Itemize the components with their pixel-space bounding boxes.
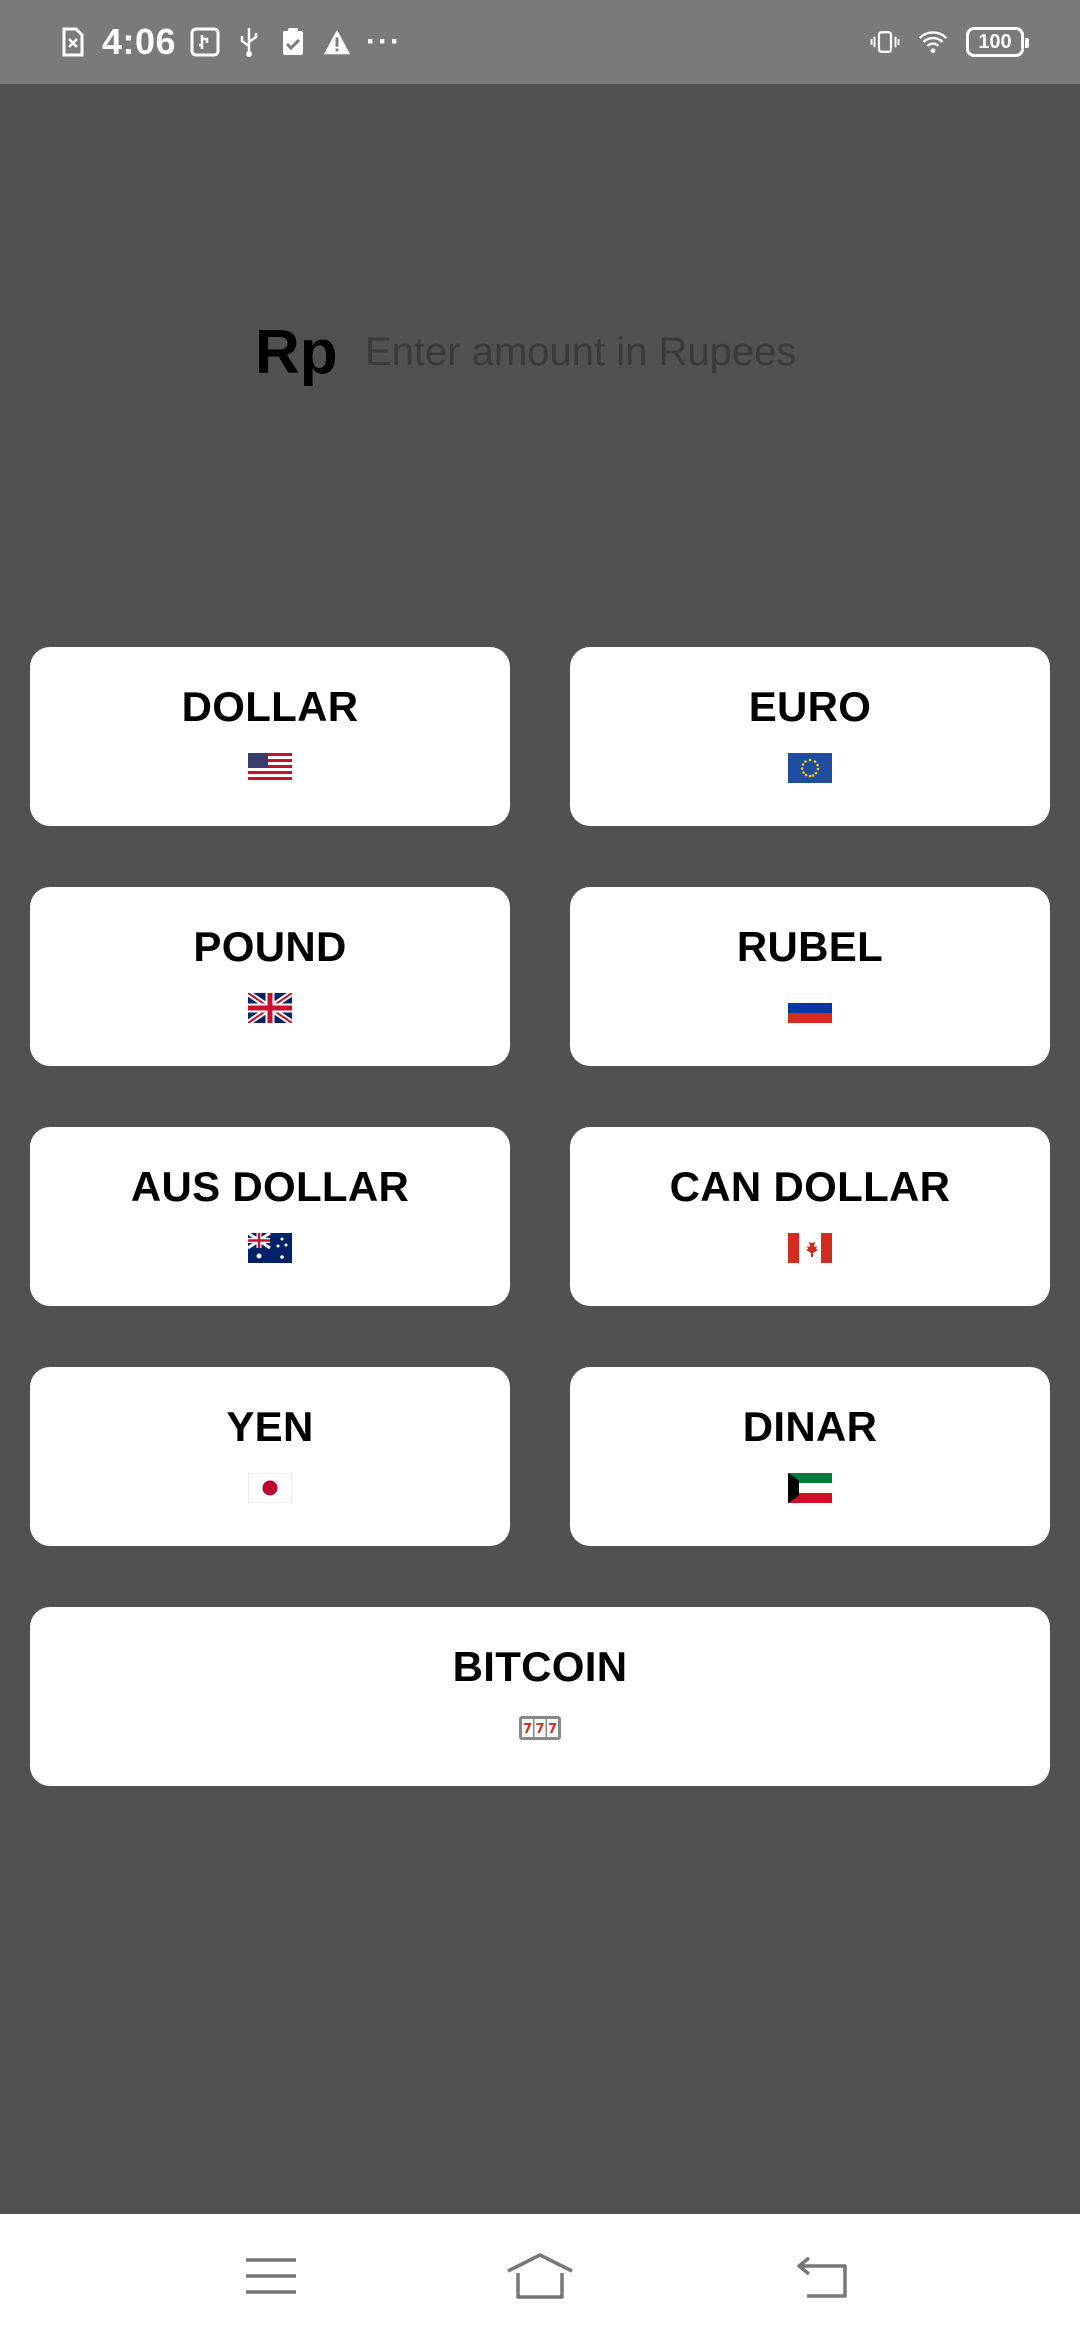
svg-text:7: 7 bbox=[535, 1722, 544, 1737]
svg-text:7: 7 bbox=[548, 1722, 557, 1737]
app-screen: 4:06 ··· 100 Rp Enter amount in Rupees D… bbox=[0, 0, 1080, 2340]
amount-input[interactable] bbox=[365, 317, 925, 387]
rupiah-symbol: Rp bbox=[255, 317, 338, 387]
home-icon[interactable] bbox=[500, 2246, 580, 2306]
clipboard-check-icon bbox=[278, 24, 308, 60]
eu-flag-icon bbox=[788, 753, 832, 783]
dollar-label: DOLLAR bbox=[181, 683, 359, 730]
rubel-button[interactable]: RUBEL bbox=[570, 887, 1050, 1066]
battery-icon: 100 bbox=[966, 27, 1029, 57]
dinar-label: DINAR bbox=[742, 1403, 878, 1450]
warning-icon bbox=[322, 24, 352, 60]
wifi-icon bbox=[918, 24, 948, 60]
japan-flag-icon bbox=[247, 1472, 293, 1504]
bitcoin-button[interactable]: BITCOIN 777 bbox=[30, 1607, 1050, 1786]
dinar-button[interactable]: DINAR bbox=[570, 1367, 1050, 1546]
euro-button[interactable]: EURO bbox=[570, 647, 1050, 826]
amount-input-row: Rp bbox=[255, 312, 925, 392]
usb-icon bbox=[234, 24, 264, 60]
aus-dollar-label: AUS DOLLAR bbox=[130, 1163, 410, 1210]
kuwait-flag-icon bbox=[788, 1473, 832, 1503]
status-right: 100 bbox=[870, 18, 1029, 66]
australia-flag-icon bbox=[247, 1231, 292, 1263]
usb-debug-icon bbox=[190, 24, 220, 60]
yen-label: YEN bbox=[226, 1403, 314, 1450]
dollar-button[interactable]: DOLLAR bbox=[30, 647, 510, 826]
aus-dollar-button[interactable]: AUS DOLLAR bbox=[30, 1127, 510, 1306]
vibrate-icon bbox=[870, 24, 900, 60]
navigation-bar bbox=[0, 2214, 1080, 2340]
us-flag-icon bbox=[248, 753, 292, 783]
euro-label: EURO bbox=[748, 683, 872, 730]
svg-text:7: 7 bbox=[523, 1722, 532, 1737]
uk-flag-icon bbox=[246, 990, 294, 1026]
pound-label: POUND bbox=[193, 923, 347, 970]
slot-machine-icon: 777 bbox=[518, 1713, 562, 1743]
back-icon[interactable] bbox=[783, 2246, 863, 2306]
can-dollar-label: CAN DOLLAR bbox=[669, 1163, 951, 1210]
battery-level: 100 bbox=[978, 30, 1012, 53]
status-left: 4:06 ··· bbox=[58, 16, 402, 68]
pound-button[interactable]: POUND bbox=[30, 887, 510, 1066]
yen-button[interactable]: YEN bbox=[30, 1367, 510, 1546]
more-notifications-indicator: ··· bbox=[366, 25, 403, 58]
status-bar: 4:06 ··· 100 bbox=[0, 0, 1080, 84]
can-dollar-button[interactable]: CAN DOLLAR bbox=[570, 1127, 1050, 1306]
bitcoin-label: BITCOIN bbox=[452, 1643, 628, 1690]
status-time: 4:06 bbox=[102, 21, 177, 62]
sim-error-icon bbox=[58, 24, 88, 60]
rubel-label: RUBEL bbox=[736, 923, 884, 970]
russia-flag-icon bbox=[787, 992, 833, 1023]
menu-icon[interactable] bbox=[231, 2246, 311, 2306]
canada-flag-icon bbox=[788, 1233, 832, 1263]
